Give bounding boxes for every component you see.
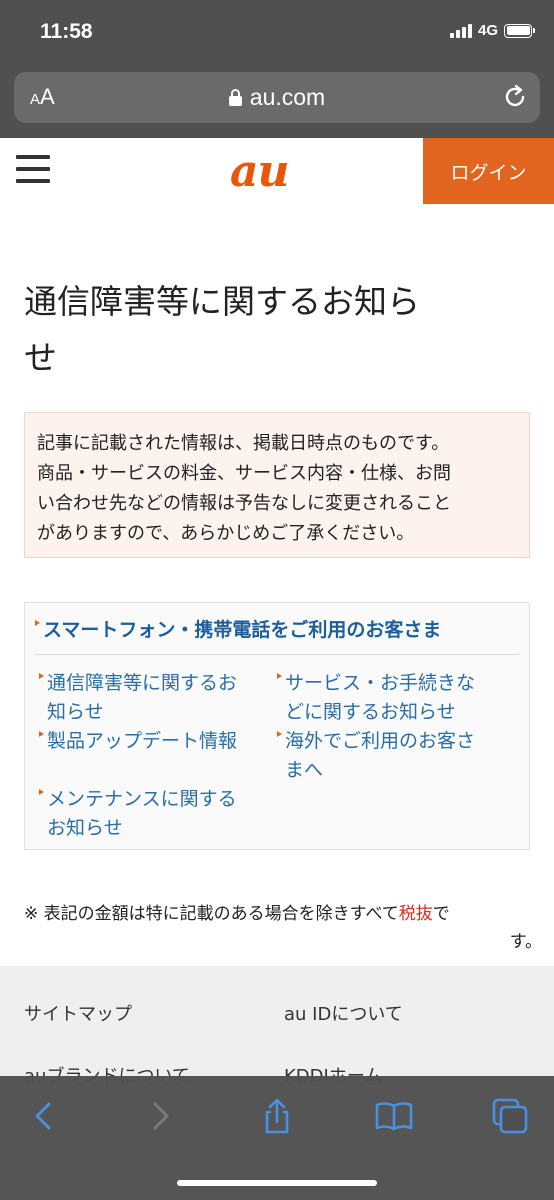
url-text: au.com <box>249 84 326 110</box>
arrow-icon <box>277 673 282 679</box>
share-icon[interactable] <box>257 1096 297 1136</box>
nav-link-text: どに関するお知らせ <box>285 701 456 723</box>
nav-link-outage[interactable]: 通信障害等に関するお 知らせ <box>39 669 237 727</box>
nav-link-text: 海外でご利用のお客さ <box>285 730 476 752</box>
signal-icon <box>449 23 472 38</box>
reload-icon[interactable] <box>502 84 528 110</box>
nav-link-overseas[interactable]: 海外でご利用のお客さ まへ <box>277 727 475 785</box>
notice-line: がありますので、あらかじめご了承ください。 <box>37 523 415 544</box>
status-time: 11:58 <box>40 20 93 43</box>
nav-link-text: 通信障害等に関するお <box>47 672 238 694</box>
page-title: 通信障害等に関するお知ら せ <box>24 274 524 386</box>
chevron-left-icon[interactable] <box>24 1096 64 1136</box>
book-icon[interactable] <box>374 1096 414 1136</box>
notice-line: 商品・サービスの料金、サービス内容・仕様、お問 <box>37 463 451 484</box>
page-title-line: 通信障害等に関するお知ら <box>24 282 420 321</box>
menu-icon[interactable] <box>16 155 50 189</box>
footer-link-sitemap[interactable]: サイトマップ <box>24 1000 132 1026</box>
footer-link-auid[interactable]: au IDについて <box>284 1000 403 1026</box>
status-indicators: 4G <box>449 22 535 39</box>
nav-link-maintenance[interactable]: メンテナンスに関する お知らせ <box>39 785 237 843</box>
notice-line: い合わせ先などの情報は予告なしに変更されること <box>37 493 451 514</box>
tabs-icon[interactable] <box>490 1096 530 1136</box>
nav-link-service[interactable]: サービス・お手続きな どに関するお知らせ <box>277 669 475 727</box>
chevron-right-icon <box>153 1102 169 1130</box>
tax-note: ※ 表記の金額は特に記載のある場合を除きすべて税抜で す。 <box>24 900 542 956</box>
tax-note-text: ※ 表記の金額は特に記載のある場合を除きすべて <box>24 904 399 924</box>
address-bar[interactable]: AA au.com <box>14 72 540 123</box>
nav-link-text: サービス・お手続きな <box>285 672 476 694</box>
arrow-icon <box>39 673 44 679</box>
notice-line: 記事に記載された情報は、掲載日時点のものです。 <box>37 433 450 454</box>
arrow-icon <box>35 620 40 626</box>
url-display[interactable]: au.com <box>14 84 540 111</box>
disclaimer-notice: 記事に記載された情報は、掲載日時点のものです。 商品・サービスの料金、サービス内… <box>24 412 530 558</box>
network-type: 4G <box>477 22 498 39</box>
tax-note-text: で <box>432 904 450 924</box>
home-indicator <box>177 1180 377 1186</box>
tax-excluded-link[interactable]: 税抜 <box>399 904 433 924</box>
nav-link-update[interactable]: 製品アップデート情報 <box>39 727 237 756</box>
au-logo[interactable]: au <box>230 146 289 197</box>
nav-heading-text: スマートフォン・携帯電話をご利用のお客さま <box>43 619 442 641</box>
arrow-icon <box>39 731 44 737</box>
nav-heading-link[interactable]: スマートフォン・携帯電話をご利用のお客さま <box>35 615 519 655</box>
login-button[interactable]: ログイン <box>423 138 554 204</box>
category-nav: スマートフォン・携帯電話をご利用のお客さま 通信障害等に関するお 知らせ サービス… <box>24 602 530 850</box>
nav-link-text: お知らせ <box>47 817 123 839</box>
site-header: au ログイン <box>0 138 554 204</box>
nav-link-text: メンテナンスに関する <box>47 788 237 810</box>
nav-link-text: 製品アップデート情報 <box>47 730 238 752</box>
arrow-icon <box>277 731 282 737</box>
tax-note-line: す。 <box>509 932 542 952</box>
nav-link-text: 知らせ <box>47 701 104 723</box>
browser-chrome: 11:58 4G AA au.com <box>0 0 554 138</box>
nav-link-text: まへ <box>285 759 324 781</box>
tax-note-line: ※ 表記の金額は特に記載のある場合を除きすべて税抜で <box>24 900 542 928</box>
battery-icon <box>504 23 535 38</box>
lock-icon <box>228 89 242 106</box>
arrow-icon <box>39 789 44 795</box>
page-title-line: せ <box>24 338 57 377</box>
